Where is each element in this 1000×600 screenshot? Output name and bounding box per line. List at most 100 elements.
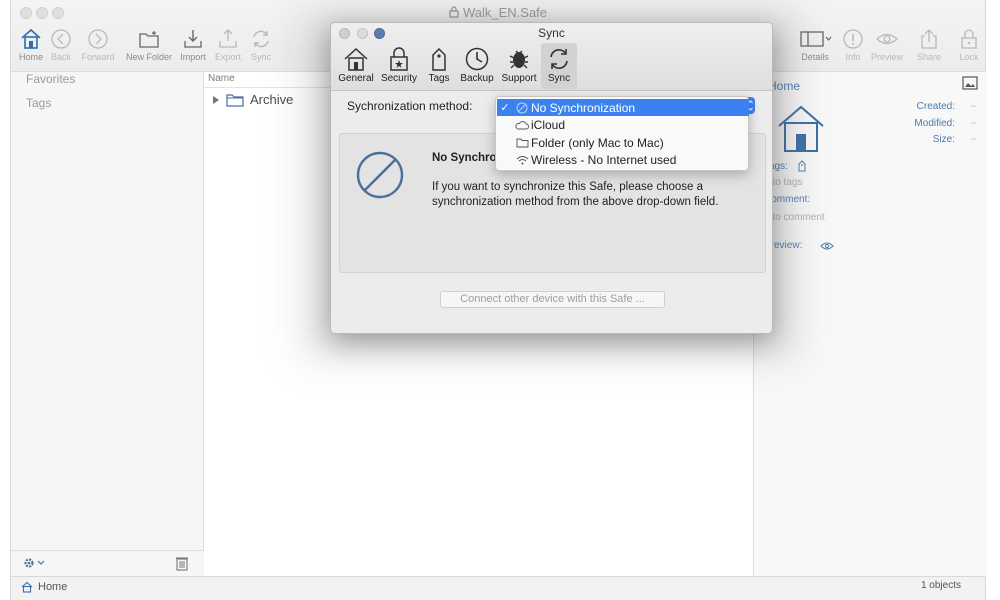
dropdown-option-icloud[interactable]: iCloud (497, 116, 749, 133)
breadcrumb-home: Home (38, 581, 68, 593)
toolbar-preview-label: Preview (870, 52, 903, 62)
dropdown-option-label: Wireless - No Internet used (531, 152, 677, 167)
cloud-icon (515, 120, 529, 129)
toolbar-home-label: Home (18, 52, 43, 62)
toolbar-share-button[interactable]: Share (915, 26, 943, 62)
tab-general-label: General (338, 73, 374, 84)
tag-icon (432, 47, 446, 71)
toolbar-lock-button[interactable]: Lock (955, 26, 983, 62)
action-menu-button[interactable] (23, 557, 45, 569)
sidebar-footer (11, 550, 204, 576)
tab-backup-label: Backup (460, 73, 494, 84)
back-arrow-icon (51, 29, 71, 49)
new-folder-icon (139, 31, 159, 48)
toolbar-sync-label: Sync (250, 52, 271, 62)
checkmark-icon: ✓ (500, 102, 510, 114)
sync-preferences-window: Sync General Security Tags Backup Suppor… (330, 22, 773, 334)
dropdown-option-no-sync[interactable]: ✓ No Synchronization (497, 99, 749, 116)
gear-icon (24, 558, 34, 568)
info-icon (843, 29, 863, 49)
home-icon (21, 28, 41, 49)
sync-icon (253, 30, 269, 48)
home-icon (21, 581, 33, 593)
toolbar-export-label: Export (214, 52, 241, 62)
dropdown-option-label: No Synchronization (531, 100, 636, 115)
tab-sync[interactable]: Sync (541, 43, 577, 89)
clock-icon (465, 47, 489, 71)
toolbar-export-button[interactable]: Export (211, 26, 245, 62)
folder-icon (516, 138, 528, 147)
toolbar-new-folder-label: New Folder (125, 52, 172, 62)
home-icon (344, 47, 368, 71)
tab-backup[interactable]: Backup (457, 43, 497, 89)
eye-icon[interactable] (820, 241, 834, 251)
sidebar-item-tags[interactable]: Tags (26, 96, 51, 110)
toolbar-details-button[interactable]: Details (795, 26, 835, 62)
dropdown-option-label: iCloud (531, 117, 566, 132)
sidebar-item-favorites[interactable]: Favorites (26, 72, 75, 86)
object-count: 1 objects (920, 580, 961, 591)
toolbar-lock-label: Lock (959, 52, 979, 62)
sidebar: Favorites Tags (11, 72, 204, 576)
toolbar-info-label: Info (845, 52, 861, 62)
size-label: Size: (932, 134, 955, 145)
tab-general[interactable]: General (337, 43, 375, 89)
no-sync-icon (516, 102, 528, 113)
tab-support[interactable]: Support (499, 43, 539, 89)
toolbar-forward-label: Forward (81, 52, 115, 62)
list-item-name: Archive (250, 92, 294, 107)
dropdown-option-wireless[interactable]: Wireless - No Internet used (497, 151, 749, 168)
tab-support-label: Support (501, 73, 537, 84)
toolbar-home-button[interactable]: Home (17, 26, 45, 62)
size-value: -- (970, 134, 977, 145)
share-icon (921, 29, 937, 49)
status-bar: Home 1 objects (11, 576, 985, 600)
sidebar-toggle-icon (800, 31, 832, 47)
toolbar-sync-button[interactable]: Sync (247, 26, 275, 62)
tab-tags-label: Tags (428, 73, 450, 84)
toolbar-share-label: Share (916, 52, 942, 62)
toolbar-info-button[interactable]: Info (839, 26, 867, 62)
sync-method-dropdown[interactable]: ✓ No Synchronization iCloud Folder (only… (495, 96, 749, 171)
toolbar-forward-button[interactable]: Forward (77, 26, 119, 62)
tab-sync-label: Sync (547, 73, 571, 84)
toolbar-import-label: Import (180, 52, 206, 62)
toolbar-import-button[interactable]: Import (177, 26, 209, 62)
image-icon[interactable] (962, 76, 978, 90)
created-value: -- (970, 101, 977, 112)
padlock-icon (390, 47, 408, 71)
toolbar-details-label: Details (801, 52, 829, 62)
list-item[interactable]: Archive (212, 92, 293, 107)
import-icon (184, 30, 202, 48)
toolbar-back-label: Back (50, 52, 71, 62)
sync-icon (550, 49, 568, 69)
dropdown-option-folder[interactable]: Folder (only Mac to Mac) (497, 134, 749, 151)
dropdown-option-label: Folder (only Mac to Mac) (531, 135, 664, 150)
modified-value: -- (970, 118, 977, 129)
wifi-icon (516, 155, 528, 164)
tab-security[interactable]: Security (378, 43, 420, 89)
modified-label: Modified: (914, 118, 955, 129)
toolbar-new-folder-button[interactable]: New Folder (123, 26, 175, 62)
preferences-toolbar: Sync General Security Tags Backup Suppor… (331, 23, 772, 91)
no-sync-icon (356, 151, 404, 199)
forward-arrow-icon (88, 29, 108, 49)
created-label: Created: (916, 101, 955, 112)
tab-tags[interactable]: Tags (424, 43, 454, 89)
connect-device-button[interactable]: Connect other device with this Safe ... (440, 291, 665, 308)
toolbar-preview-button[interactable]: Preview (869, 26, 905, 62)
trash-icon[interactable] (175, 555, 189, 571)
padlock-icon (961, 29, 977, 49)
sync-method-label: Sychronization method: (347, 99, 473, 113)
toolbar-back-button[interactable]: Back (47, 26, 75, 62)
folder-icon (226, 93, 244, 107)
chevron-down-icon (37, 560, 45, 565)
export-icon (219, 29, 237, 48)
bug-icon (509, 50, 529, 69)
disclosure-triangle-icon[interactable] (212, 95, 220, 104)
breadcrumb[interactable]: Home (21, 581, 67, 593)
eye-icon (876, 33, 898, 45)
info-description: If you want to synchronize this Safe, pl… (432, 181, 719, 208)
sheet-title: Sync (538, 26, 565, 40)
tab-security-label: Security (380, 73, 418, 84)
